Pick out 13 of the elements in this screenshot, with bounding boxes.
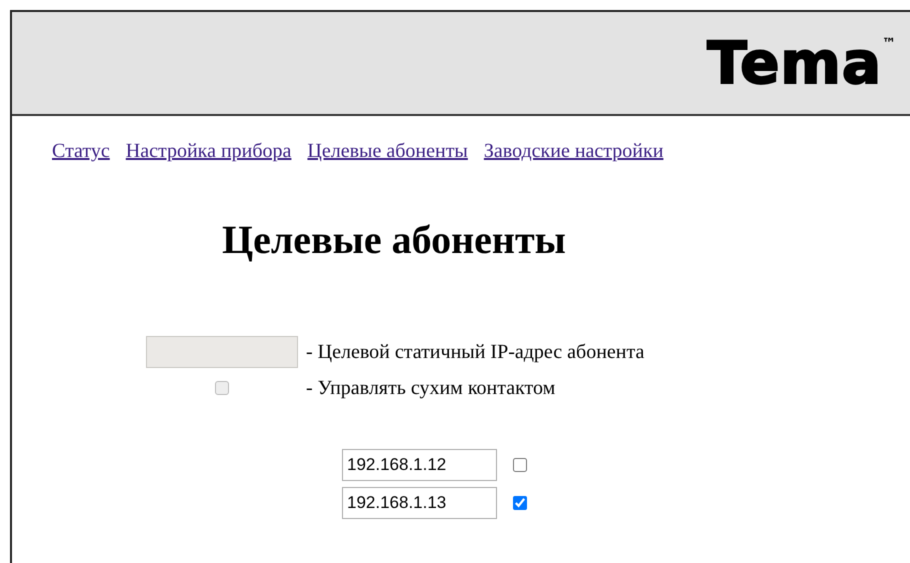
relay-checkbox[interactable] xyxy=(513,496,527,510)
ip-address-field[interactable]: 192.168.1.12 xyxy=(342,449,497,481)
ip-address-field[interactable]: 192.168.1.13 xyxy=(342,487,497,519)
nav-link[interactable]: Заводские настройки xyxy=(484,136,664,166)
nav-link[interactable]: Целевые абоненты xyxy=(307,136,468,166)
logo-text: Tema xyxy=(707,34,882,92)
legend-text: - Целевой статичный IP-адрес абонента xyxy=(306,340,644,365)
trademark-sign: ™ xyxy=(882,35,896,54)
relay-checkbox[interactable] xyxy=(513,458,527,472)
legend-text: - Управлять сухим контактом xyxy=(306,376,556,401)
nav-link[interactable]: Статус xyxy=(52,136,110,166)
nav-link[interactable]: Настройка прибора xyxy=(126,136,292,166)
page-title: Целевые абоненты xyxy=(222,216,566,264)
